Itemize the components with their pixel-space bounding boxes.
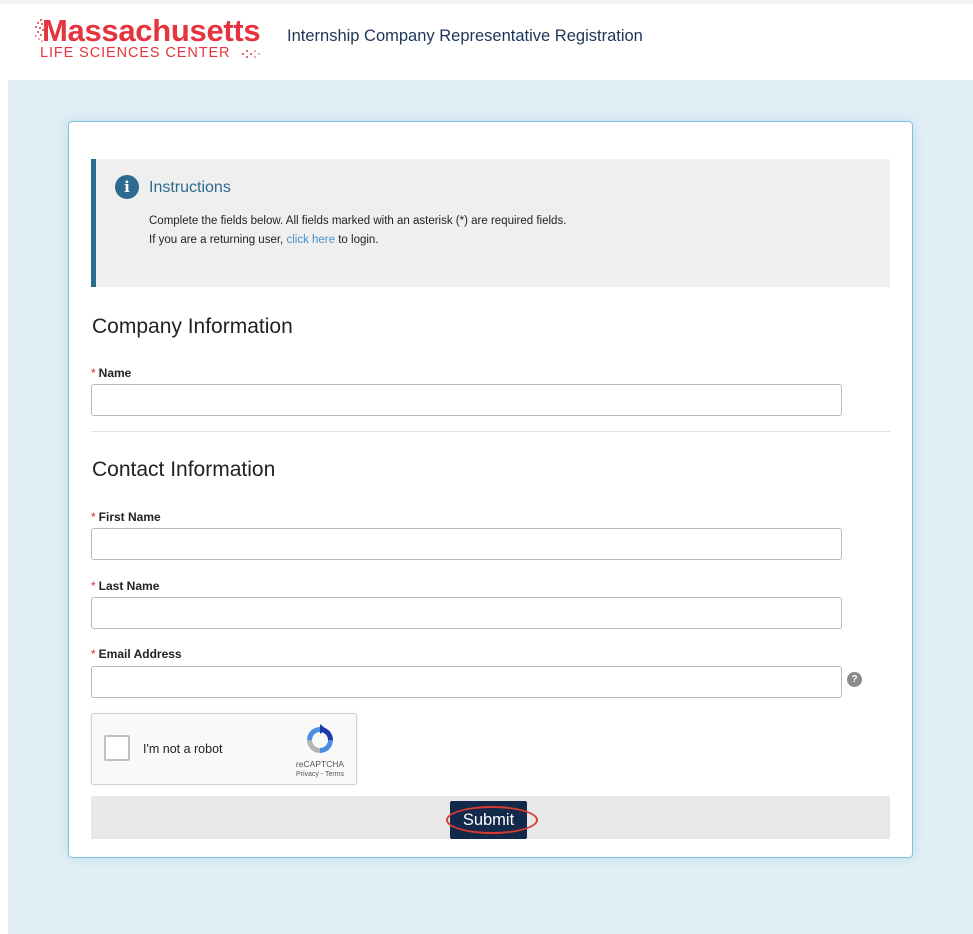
logo-main-text: Massachusetts <box>42 13 261 48</box>
last-name-label: * Last Name <box>91 579 159 593</box>
company-name-input[interactable] <box>91 384 842 416</box>
recaptcha-label: I'm not a robot <box>143 742 223 756</box>
site-header: Massachusetts LIFE SCIENCES CENTER Inter… <box>0 4 973 80</box>
info-icon: i <box>115 175 139 199</box>
logo[interactable]: Massachusetts LIFE SCIENCES CENTER <box>34 14 264 66</box>
returning-user-prefix: If you are a returning user, <box>149 234 284 246</box>
submit-button[interactable]: Submit <box>450 801 527 839</box>
email-input[interactable] <box>91 666 842 698</box>
company-name-label-text: Name <box>98 366 132 380</box>
returning-user-text: If you are a returning user, click here … <box>149 233 379 248</box>
logo-sub-text: LIFE SCIENCES CENTER <box>40 45 231 61</box>
returning-user-suffix: to login. <box>338 234 379 246</box>
first-name-label: * First Name <box>91 510 161 524</box>
last-name-label-text: Last Name <box>98 579 160 593</box>
email-label-text: Email Address <box>98 647 182 661</box>
section-divider <box>91 431 890 432</box>
recaptcha-checkbox[interactable] <box>104 735 130 761</box>
required-marker: * <box>91 579 96 593</box>
help-icon[interactable]: ? <box>847 672 862 687</box>
instructions-text: Complete the fields below. All fields ma… <box>149 215 567 227</box>
required-marker: * <box>91 647 96 661</box>
first-name-label-text: First Name <box>98 510 161 524</box>
last-name-input[interactable] <box>91 597 842 629</box>
logo-sparkle-icon <box>242 50 260 58</box>
email-label: * Email Address <box>91 647 182 661</box>
recaptcha-logo-icon <box>307 724 333 753</box>
first-name-input[interactable] <box>91 528 842 560</box>
recaptcha-widget: I'm not a robot reCAPTCHA Privacy - Term… <box>91 713 357 785</box>
required-marker: * <box>91 366 96 380</box>
instructions-panel: i Instructions Complete the fields below… <box>91 159 890 287</box>
login-link[interactable]: click here <box>286 234 335 246</box>
required-marker: * <box>91 510 96 524</box>
contact-section-title: Contact Information <box>92 458 276 481</box>
instructions-title: Instructions <box>149 179 231 196</box>
company-name-label: * Name <box>91 366 131 380</box>
recaptcha-terms-link[interactable]: Privacy - Terms <box>282 770 358 779</box>
page-title: Internship Company Representative Regist… <box>287 27 643 45</box>
company-section-title: Company Information <box>92 315 293 338</box>
recaptcha-brand: reCAPTCHA <box>295 759 345 769</box>
